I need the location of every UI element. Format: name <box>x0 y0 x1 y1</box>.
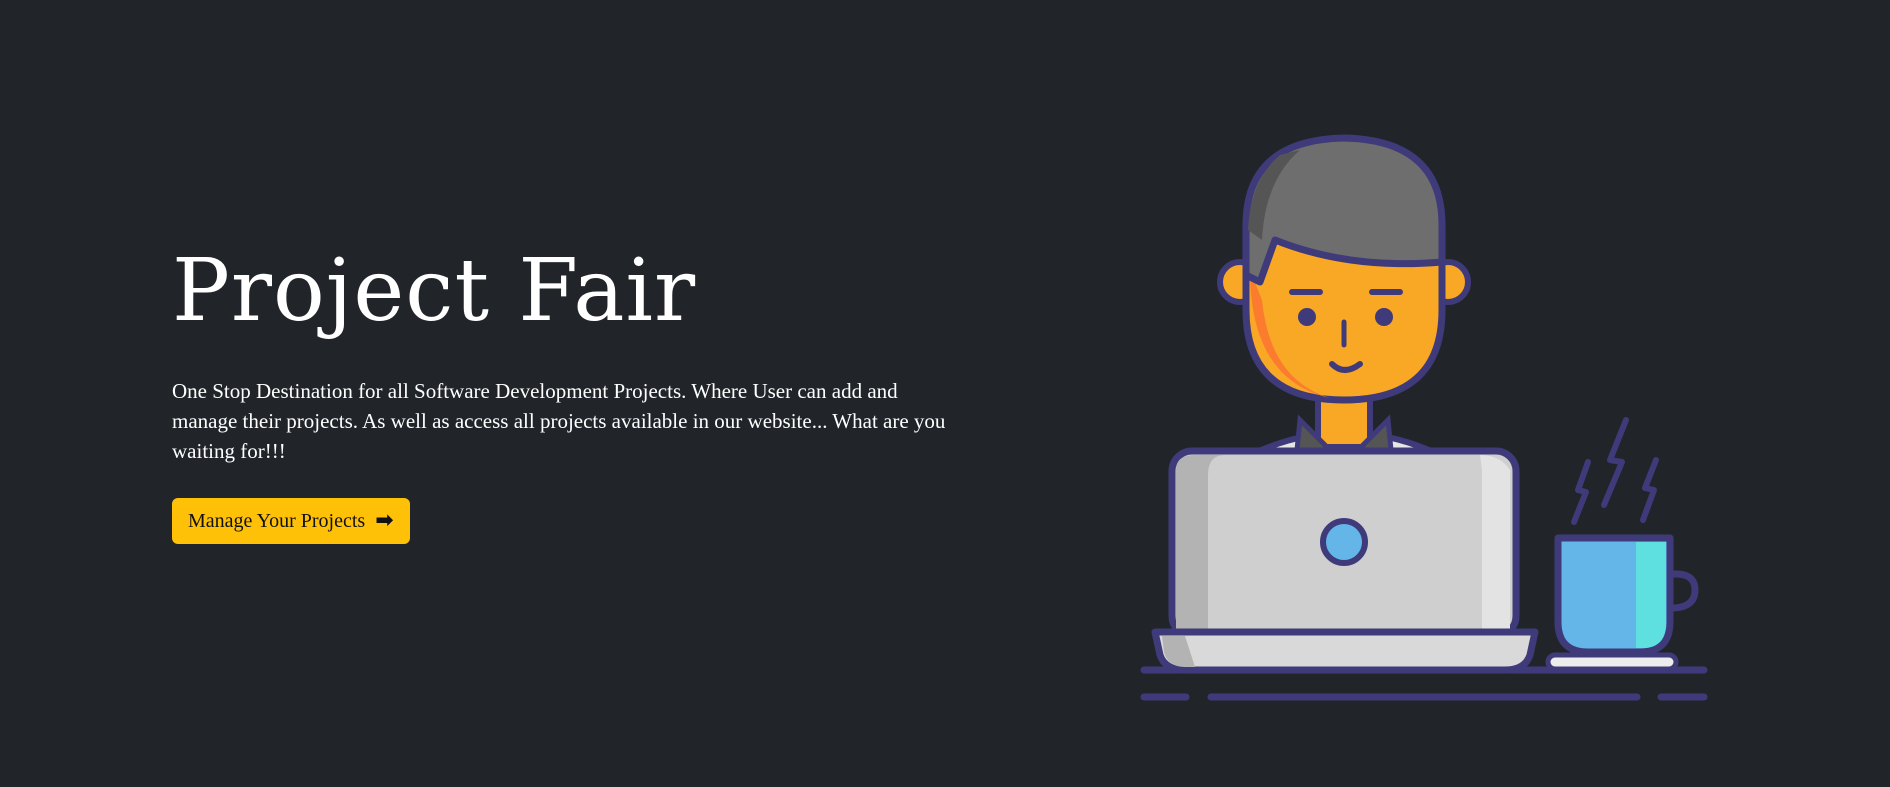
desk-lines <box>1140 666 1708 701</box>
hero-section: Project Fair One Stop Destination for al… <box>0 0 1890 787</box>
hero-text-block: Project Fair One Stop Destination for al… <box>172 236 952 544</box>
laptop-logo <box>1320 518 1368 566</box>
hero-description: One Stop Destination for all Software De… <box>172 379 946 463</box>
arrow-right-icon: ➡ <box>375 508 394 533</box>
manage-projects-button-label: Manage Your Projects <box>188 509 366 532</box>
page-title: Project Fair <box>172 241 697 341</box>
manage-projects-button[interactable]: Manage Your Projects ➡ <box>172 498 410 544</box>
steam-lines <box>1571 417 1659 525</box>
developer-at-laptop-illustration <box>1140 134 1708 701</box>
